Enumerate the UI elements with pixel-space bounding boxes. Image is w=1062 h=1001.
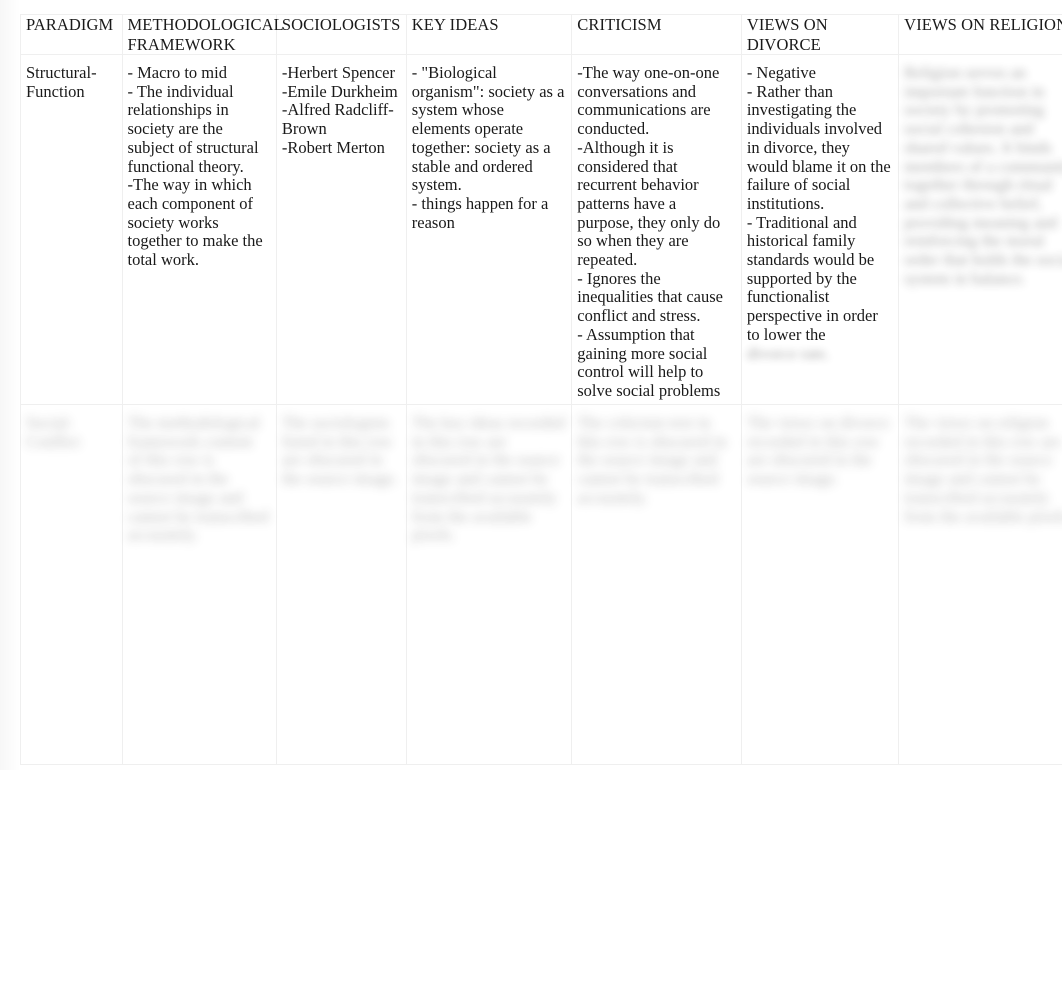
- cell-paradigm: Structural-Function: [20, 54, 123, 405]
- paradigm-name: Structural-Function: [26, 63, 97, 101]
- column-header-key-ideas: KEY IDEAS: [405, 14, 573, 55]
- cell-views-on-religion: Religion serves an important function in…: [898, 54, 1062, 405]
- framework-text: The methodological framework content of …: [127, 413, 269, 545]
- cell-sociologists: -Herbert Spencer -Emile Durkheim -Alfred…: [275, 54, 407, 405]
- criticism-text: The criticism text in this row is obscur…: [577, 413, 727, 507]
- column-header-criticism: CRITICISM: [571, 14, 742, 55]
- cell-criticism: The criticism text in this row is obscur…: [571, 404, 742, 765]
- sociologists-list: -Herbert Spencer -Emile Durkheim -Alfred…: [281, 63, 398, 157]
- cell-views-on-divorce: - Negative - Rather than investigating t…: [740, 54, 900, 405]
- cell-key-ideas: The key ideas recorded in this row are o…: [405, 404, 573, 765]
- cell-key-ideas: - "Biological organism": society as a sy…: [405, 54, 573, 405]
- paradigm-comparison-table: PARADIGM METHODOLOGICAL FRAMEWORK SOCIOL…: [20, 14, 1062, 765]
- framework-text: - Macro to mid - The individual relation…: [127, 63, 263, 270]
- cell-paradigm: Social-Conflict: [20, 404, 123, 765]
- cell-methodological-framework: The methodological framework content of …: [121, 404, 277, 765]
- views-on-divorce-obscured-tail: divorce rate.: [746, 343, 830, 363]
- key-ideas-text: - "Biological organism": society as a sy…: [411, 63, 565, 232]
- cell-methodological-framework: - Macro to mid - The individual relation…: [121, 54, 277, 405]
- views-on-religion-text: The views on religion recorded in this r…: [904, 413, 1062, 526]
- table-row: Social-Conflict The methodological frame…: [20, 404, 1062, 765]
- key-ideas-text: The key ideas recorded in this row are o…: [411, 413, 566, 545]
- column-header-views-on-religion: VIEWS ON RELIGION: [898, 14, 1062, 55]
- criticism-text: -The way one-on-one conversations and co…: [577, 63, 723, 400]
- sociologists-list: The sociologists listed in this row are …: [281, 413, 398, 489]
- views-on-divorce-text: - Negative - Rather than investigating t…: [746, 63, 891, 344]
- column-header-methodological-framework: METHODOLOGICAL FRAMEWORK: [121, 14, 284, 55]
- views-on-religion-text: Religion serves an important function in…: [904, 63, 1062, 288]
- paradigm-name: Social-Conflict: [26, 413, 81, 451]
- table-row: Structural-Function - Macro to mid - The…: [20, 54, 1062, 405]
- cell-views-on-religion: The views on religion recorded in this r…: [898, 404, 1062, 765]
- document-page: PARADIGM METHODOLOGICAL FRAMEWORK SOCIOL…: [0, 0, 1062, 1001]
- cell-criticism: -The way one-on-one conversations and co…: [571, 54, 742, 405]
- views-on-divorce-text: The views on divorce recorded in this ro…: [746, 413, 890, 489]
- table-header-row: PARADIGM METHODOLOGICAL FRAMEWORK SOCIOL…: [20, 14, 1062, 55]
- column-header-paradigm: PARADIGM: [20, 14, 123, 55]
- cell-sociologists: The sociologists listed in this row are …: [275, 404, 407, 765]
- column-header-views-on-divorce: VIEWS ON DIVORCE: [740, 14, 900, 55]
- column-header-sociologists: SOCIOLOGISTS: [275, 14, 407, 55]
- cell-views-on-divorce: The views on divorce recorded in this ro…: [740, 404, 900, 765]
